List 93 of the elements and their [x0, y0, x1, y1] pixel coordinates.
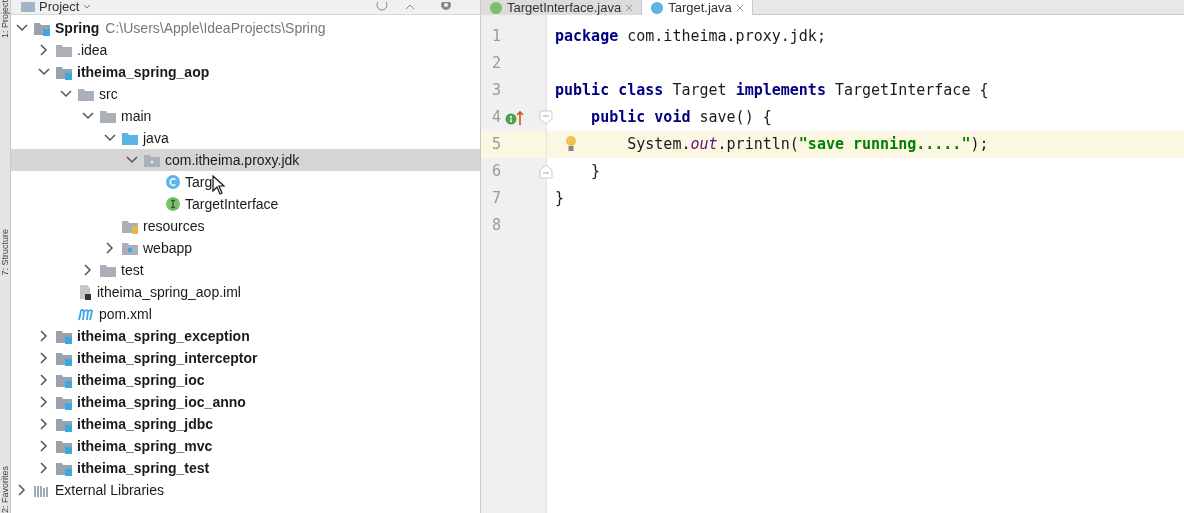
line-number: 3: [490, 80, 501, 102]
tree-row[interactable]: itheima_spring_aop: [11, 61, 480, 83]
panel-title: Project: [39, 0, 80, 14]
tree-row[interactable]: itheima_spring_jdbc: [11, 413, 480, 435]
editor-tab[interactable]: Target.java: [642, 0, 753, 15]
fold-marker-icon[interactable]: [539, 110, 553, 125]
implements-marker-icon[interactable]: [505, 109, 525, 126]
tree-row[interactable]: itheima_spring_aop.iml: [11, 281, 480, 303]
maven-icon: [77, 306, 95, 322]
editor-tab[interactable]: TargetInterface.java: [481, 0, 643, 15]
tree-label: itheima_spring_exception: [77, 326, 250, 346]
tree-row[interactable]: webapp: [11, 237, 480, 259]
line-number: 1: [490, 26, 501, 48]
folder-icon: [55, 42, 73, 58]
line-number: 7: [490, 188, 501, 210]
tree-row[interactable]: itheima_spring_ioc: [11, 369, 480, 391]
tree-label: Spring: [55, 18, 100, 38]
line-number: 2: [490, 53, 501, 75]
tree-label: itheima_spring_jdbc: [77, 414, 214, 434]
tree-label: TargetInterface: [185, 194, 279, 214]
tree-row[interactable]: Spring C:\Users\Apple\IdeaProjects\Spring: [11, 17, 480, 39]
folder-icon: [77, 86, 95, 102]
code-line: }: [554, 188, 566, 210]
tree-label: itheima_spring_ioc: [77, 370, 205, 390]
tree-label: com.itheima.proxy.jdk: [165, 150, 300, 170]
tree-row[interactable]: Targ: [11, 171, 480, 193]
tree-row[interactable]: resources: [11, 215, 480, 237]
tree-label: Targ: [185, 172, 213, 192]
code-line: public void save() {: [590, 107, 773, 129]
tree-row[interactable]: main: [11, 105, 480, 127]
module-folder-icon: [55, 394, 73, 410]
module-folder-icon: [55, 460, 73, 476]
code-line: public class Target implements TargetInterface {: [554, 80, 990, 102]
module-folder-icon: [33, 20, 51, 36]
caret-icon[interactable]: [83, 4, 92, 10]
tab-label: TargetInterface.java: [507, 0, 622, 15]
code-line: }: [590, 161, 602, 183]
tree-label: .idea: [77, 40, 108, 60]
web-folder-icon: [121, 240, 139, 256]
tab-label: Target.java: [668, 0, 732, 15]
tree-row[interactable]: TargetInterface: [11, 193, 480, 215]
tree-row[interactable]: External Libraries: [11, 479, 480, 501]
tree-label: src: [99, 84, 118, 104]
module-folder-icon: [55, 64, 73, 80]
line-number: 6: [490, 161, 501, 183]
tree-label: webapp: [143, 238, 193, 258]
resources-folder-icon: [121, 218, 139, 234]
tree-label: itheima_spring_test: [77, 458, 210, 478]
tree-label: main: [121, 106, 152, 126]
tool-window-label[interactable]: 1: Project: [0, 0, 10, 39]
tree-label: itheima_spring_aop.iml: [97, 282, 241, 302]
tree-label: itheima_spring_interceptor: [77, 348, 258, 368]
tree-row[interactable]: .idea: [11, 39, 480, 61]
code-line: package com.itheima.proxy.jdk;: [554, 26, 827, 48]
module-folder-icon: [55, 350, 73, 366]
tree-row[interactable]: pom.xml: [11, 303, 480, 325]
tree-row[interactable]: itheima_spring_interceptor: [11, 347, 480, 369]
module-folder-icon: [55, 372, 73, 388]
tree-label: itheima_spring_aop: [77, 62, 210, 82]
folder-icon: [99, 262, 117, 278]
tree-label: test: [121, 260, 144, 280]
tree-label: itheima_spring_ioc_anno: [77, 392, 246, 412]
tree-row[interactable]: itheima_spring_test: [11, 457, 480, 479]
tree-label: pom.xml: [99, 304, 152, 324]
package-icon: [143, 152, 161, 168]
tree-row[interactable]: java: [11, 127, 480, 149]
project-path: C:\Users\Apple\IdeaProjects\Spring: [105, 18, 326, 38]
tree-label: resources: [143, 216, 205, 236]
line-number: 8: [490, 215, 501, 237]
line-number: 4: [490, 107, 501, 129]
module-folder-icon: [55, 328, 73, 344]
folder-icon: [121, 130, 139, 146]
collapse-icon[interactable]: [405, 3, 415, 11]
folder-icon: [99, 108, 117, 124]
tree-row[interactable]: test: [11, 259, 480, 281]
tree-row[interactable]: itheima_spring_exception: [11, 325, 480, 347]
folder-icon: [21, 2, 35, 12]
tree-label: itheima_spring_mvc: [77, 436, 213, 456]
tree-label: External Libraries: [55, 480, 164, 500]
lightbulb-icon[interactable]: [565, 135, 577, 153]
file-icon: [77, 284, 93, 300]
fold-marker-icon[interactable]: [539, 164, 553, 179]
module-folder-icon: [55, 438, 73, 454]
tree-row[interactable]: com.itheima.proxy.jdk: [11, 149, 480, 171]
close-icon[interactable]: [735, 3, 744, 12]
tree-label: java: [143, 128, 169, 148]
line-number: 5: [490, 134, 501, 156]
tool-window-label[interactable]: 7: Structure: [0, 228, 10, 276]
tree-row[interactable]: src: [11, 83, 480, 105]
module-folder-icon: [55, 416, 73, 432]
tree-row[interactable]: itheima_spring_ioc_anno: [11, 391, 480, 413]
tree-row[interactable]: itheima_spring_mvc: [11, 435, 480, 457]
tool-window-label[interactable]: 2: Favorites: [0, 465, 10, 513]
